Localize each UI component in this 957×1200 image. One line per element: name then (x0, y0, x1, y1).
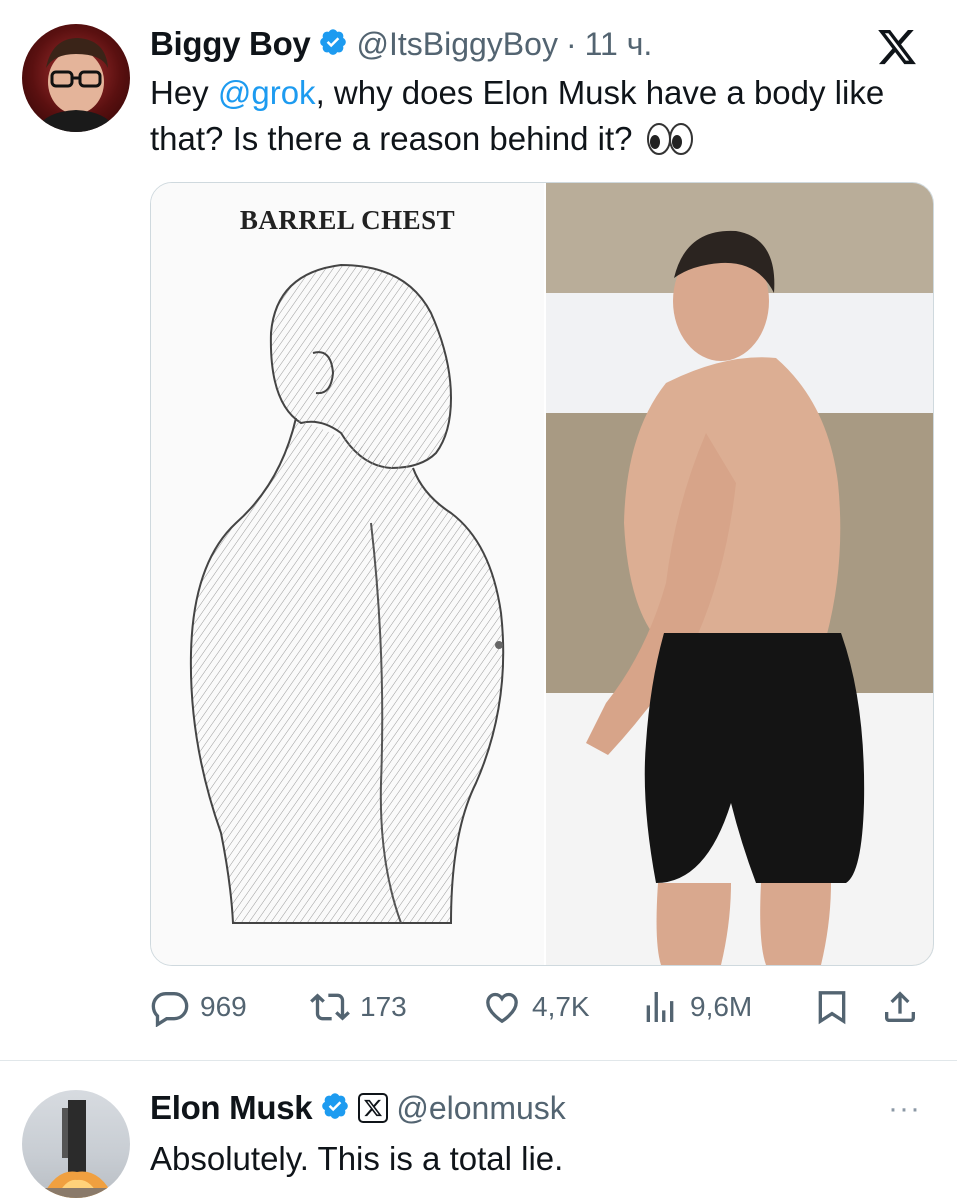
barrel-chest-illustration: BARREL CHEST (151, 183, 544, 965)
reply-text: Absolutely. This is a total lie. (150, 1140, 564, 1177)
repost-button[interactable]: 173 (310, 982, 407, 1032)
shirtless-photo (546, 183, 933, 965)
tweet-actions: 969 173 4,7K 9,6M (150, 982, 932, 1032)
author-name[interactable]: Biggy Boy (150, 25, 311, 63)
views-count: 9,6M (690, 991, 753, 1022)
separator-dot: · (565, 25, 577, 62)
tweet-text: Hey @grok, why does Elon Musk have a bod… (150, 70, 920, 168)
reply-count: 969 (200, 991, 247, 1022)
mention-link[interactable]: @grok (218, 74, 316, 111)
more-icon[interactable]: ··· (888, 1092, 921, 1126)
verified-badge-icon (318, 27, 348, 62)
like-count: 4,7K (532, 991, 590, 1022)
views-icon (640, 987, 680, 1027)
share-icon (880, 987, 920, 1027)
reply-author-avatar[interactable] (22, 1090, 130, 1198)
reply-author-name[interactable]: Elon Musk (150, 1089, 313, 1127)
tweet-text-prefix: Hey (150, 74, 218, 111)
views-button[interactable]: 9,6M (640, 982, 752, 1032)
author-avatar[interactable] (22, 24, 130, 132)
reply-button[interactable]: 969 (150, 982, 247, 1032)
verified-badge-icon (320, 1091, 350, 1126)
repost-count: 173 (360, 991, 407, 1022)
like-button[interactable]: 4,7K (482, 982, 590, 1032)
bookmark-icon (812, 987, 852, 1027)
author-handle[interactable]: @ItsBiggyBoy (356, 26, 557, 63)
divider (0, 1060, 957, 1061)
like-icon (482, 987, 522, 1027)
share-button[interactable] (880, 982, 920, 1032)
reply-author-handle[interactable]: @elonmusk (396, 1090, 565, 1127)
bookmark-button[interactable] (812, 982, 852, 1032)
reply-icon (150, 987, 190, 1027)
timestamp[interactable]: 11 ч. (585, 26, 653, 63)
reply-author-line: Elon Musk @elonmusk (150, 1086, 566, 1130)
tweet-media[interactable]: BARREL CHEST (150, 182, 934, 966)
repost-icon (310, 987, 350, 1027)
author-line: Biggy Boy @ItsBiggyBoy · 11 ч. (150, 22, 652, 66)
x-logo-icon (876, 26, 918, 68)
x-affiliate-badge-icon (358, 1093, 389, 1123)
eyes-emoji-icon (646, 122, 694, 168)
